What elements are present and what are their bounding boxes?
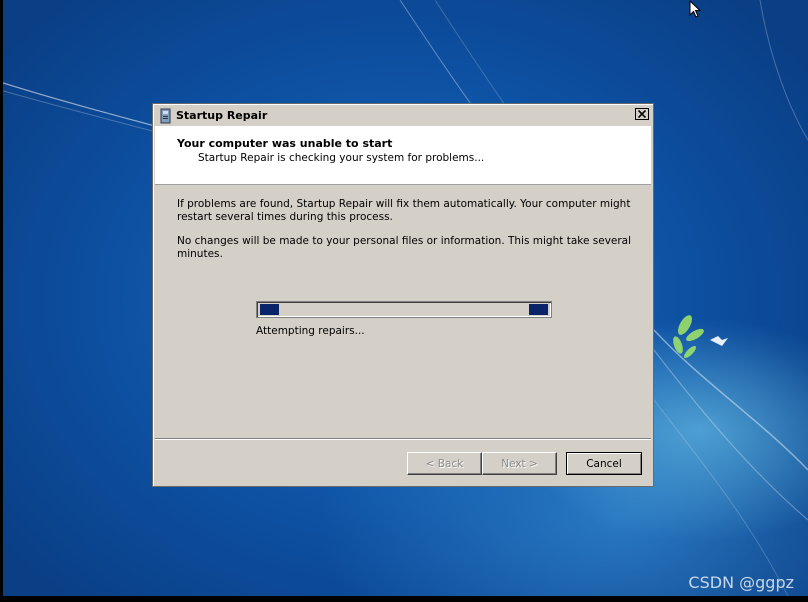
watermark-text: CSDN @ggpz xyxy=(688,573,794,592)
progress-marquee-block xyxy=(260,304,279,315)
mouse-pointer-icon xyxy=(689,0,703,22)
header-subtitle: Startup Repair is checking your system f… xyxy=(198,152,485,164)
next-button[interactable]: Next > xyxy=(482,452,557,475)
startup-repair-icon xyxy=(159,108,173,124)
repair-progress-bar xyxy=(256,301,552,318)
info-paragraph-auto-fix: If problems are found, Startup Repair wi… xyxy=(177,198,631,223)
back-button[interactable]: < Back xyxy=(407,452,482,475)
dialog-title: Startup Repair xyxy=(176,109,268,122)
close-button[interactable] xyxy=(635,108,649,120)
header-title: Your computer was unable to start xyxy=(177,137,393,150)
footer-separator xyxy=(155,438,651,440)
desktop-background: CSDN @ggpz Startup Repair Your computer … xyxy=(0,0,808,602)
startup-repair-dialog: Startup Repair Your computer was unable … xyxy=(152,103,654,487)
cancel-button[interactable]: Cancel xyxy=(566,452,642,475)
dialog-titlebar[interactable]: Startup Repair xyxy=(155,106,651,126)
progress-status-text: Attempting repairs... xyxy=(256,325,365,337)
progress-marquee-block xyxy=(529,304,548,315)
close-icon xyxy=(638,110,646,118)
dialog-header: Your computer was unable to start Startu… xyxy=(155,126,651,185)
info-paragraph-no-changes: No changes will be made to your personal… xyxy=(177,235,632,260)
